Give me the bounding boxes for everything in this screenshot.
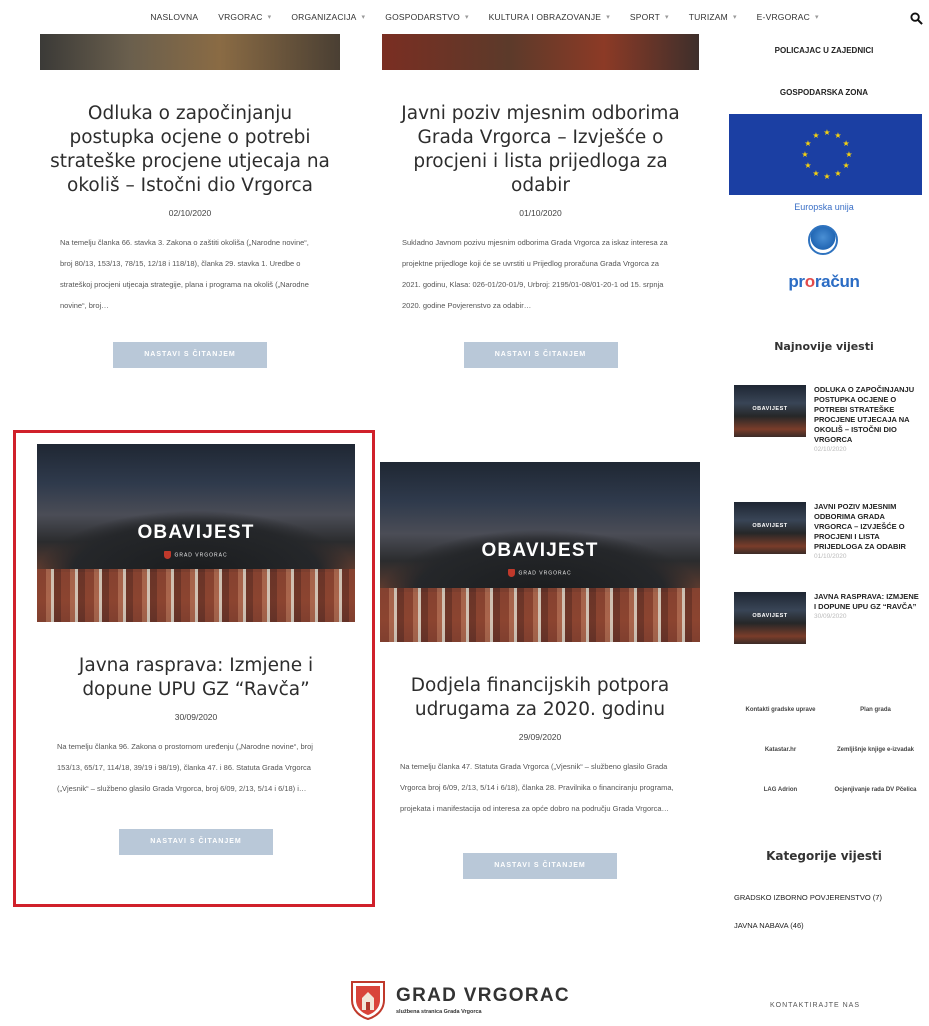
- post-title[interactable]: Odluka o započinjanju postupka ocjene o …: [40, 102, 340, 198]
- nav-menu: NASLOVNA VRGORAC ▾ ORGANIZACIJA ▾ GOSPODARSTV…: [140, 12, 828, 22]
- link-katastar[interactable]: Katastar.hr: [733, 730, 828, 770]
- recent-item[interactable]: OBAVIJEST JAVNA RASPRAVA: IZMJENE I DOPU…: [734, 592, 922, 644]
- link-kontakti[interactable]: Kontakti gradske uprave: [733, 690, 828, 730]
- recent-date: 30/09/2020: [814, 613, 847, 620]
- post-excerpt: Sukladno Javnom pozivu mjesnim odborima …: [402, 238, 668, 310]
- link-ocjenjivanje[interactable]: Ocjenjivanje rada DV Pčelica: [828, 770, 923, 810]
- image-sub: GRAD VRGORAC: [380, 569, 700, 577]
- post-date: 02/10/2020: [168, 208, 212, 218]
- recent-item[interactable]: OBAVIJEST JAVNI POZIV MJESNIM ODBORIMA G…: [734, 502, 922, 560]
- post-title[interactable]: Dodjela financijskih potpora udrugama za…: [380, 674, 700, 722]
- post-category: [380, 662, 700, 672]
- star-icon: ★: [801, 150, 808, 159]
- star-icon: ★: [845, 150, 852, 159]
- recent-thumbnail[interactable]: OBAVIJEST: [734, 385, 806, 437]
- star-icon: ★: [834, 131, 841, 140]
- star-icon: ★: [804, 139, 811, 148]
- post-thumbnail[interactable]: [40, 34, 340, 70]
- post-image[interactable]: OBAVIJEST GRAD VRGORAC: [380, 462, 700, 642]
- link-plan-grada[interactable]: Plan grada: [828, 690, 923, 730]
- eu-stars-icon: ★★★★★★★★★ ★ ★★: [801, 128, 852, 181]
- category-link[interactable]: JAVNA NABAVA (46): [734, 921, 804, 930]
- recent-title[interactable]: JAVNA RASPRAVA: IZMJENE I DOPUNE UPU GZ …: [814, 592, 922, 612]
- sidebar-link-gospodarska-zona[interactable]: GOSPODARSKA ZONA: [726, 88, 922, 97]
- post-card: OBAVIJEST GRAD VRGORAC Dodjela financijs…: [380, 462, 700, 879]
- proracun-logo[interactable]: proračun: [726, 272, 922, 292]
- chevron-down-icon: ▾: [464, 14, 469, 21]
- categories-heading: Kategorije vijesti: [766, 849, 882, 863]
- post-category: [382, 90, 699, 100]
- post-category: [40, 90, 340, 100]
- chevron-down-icon: ▾: [814, 14, 819, 21]
- star-icon: ★: [834, 169, 841, 178]
- nav-item[interactable]: TURIZAM ▾: [679, 12, 747, 22]
- recent-date: 01/10/2020: [814, 553, 847, 560]
- star-icon: ★: [804, 161, 811, 170]
- star-icon: ★: [823, 172, 830, 181]
- nav-item[interactable]: VRGORAC ▾: [208, 12, 281, 22]
- sidebar-link-policajac[interactable]: POLICAJAC U ZAJEDNICI: [726, 46, 922, 55]
- nav-item[interactable]: KULTURA I OBRAZOVANJE ▾: [479, 12, 620, 22]
- star-icon: ★: [812, 169, 819, 178]
- eu-caption[interactable]: Europska unija: [726, 202, 922, 212]
- chevron-down-icon: ▾: [267, 14, 272, 21]
- recent-title[interactable]: JAVNI POZIV MJESNIM ODBORIMA GRADA VRGOR…: [814, 502, 922, 552]
- footer-logo[interactable]: GRAD VRGORAC službena stranica Grada Vrg…: [350, 980, 570, 1020]
- post-excerpt: Na temelju članka 66. stavka 3. Zakona o…: [60, 238, 309, 310]
- nav-item[interactable]: ORGANIZACIJA ▾: [281, 12, 375, 22]
- star-icon: ★: [842, 139, 849, 148]
- crest-icon: [351, 981, 385, 1020]
- nav-item[interactable]: SPORT ▾: [620, 12, 679, 22]
- recent-item[interactable]: OBAVIJEST ODLUKA O ZAPOČINJANJU POSTUPKA…: [734, 385, 922, 453]
- post-thumbnail[interactable]: [382, 34, 699, 70]
- recent-date: 02/10/2020: [814, 446, 847, 453]
- chevron-down-icon: ▾: [606, 14, 610, 21]
- selection-highlight: [13, 430, 375, 907]
- recent-news-heading: Najnovije vijesti: [774, 340, 874, 353]
- contact-link[interactable]: KONTAKTIRAJTE NAS: [770, 1002, 860, 1009]
- recent-title[interactable]: ODLUKA O ZAPOČINJANJU POSTUPKA OCJENE O …: [814, 385, 922, 445]
- quick-links-grid: Kontakti gradske uprave Plan grada Katas…: [733, 690, 923, 810]
- crest-icon: [508, 569, 516, 577]
- eu-flag-banner[interactable]: ★ ★ ★ ★ ★ ★ ★ ★ ★ ★ ★ ★: [729, 114, 922, 195]
- recent-thumbnail[interactable]: OBAVIJEST: [734, 592, 806, 644]
- chevron-down-icon: ▾: [361, 14, 366, 21]
- site-name: GRAD VRGORAC: [396, 985, 570, 1006]
- link-zemljisne-knjige[interactable]: Zemljišnje knjige e-izvadak: [828, 730, 923, 770]
- read-more-button[interactable]: NASTAVI S ČITANJEM: [113, 342, 267, 368]
- post-card: Odluka o započinjanju postupka ocjene o …: [40, 34, 340, 368]
- nav-item[interactable]: NASLOVNA: [140, 12, 208, 22]
- post-excerpt: Na temelju članka 47. Statuta Grada Vrgo…: [400, 762, 674, 813]
- image-label: OBAVIJEST: [481, 540, 599, 561]
- recent-thumbnail[interactable]: OBAVIJEST: [734, 502, 806, 554]
- top-navigation: NASLOVNA VRGORAC ▾ ORGANIZACIJA ▾ GOSPODARSTV…: [0, 0, 929, 34]
- nav-item[interactable]: GOSPODARSTVO ▾: [375, 12, 478, 22]
- proracun-globe-icon[interactable]: [808, 225, 838, 255]
- read-more-button[interactable]: NASTAVI S ČITANJEM: [463, 342, 618, 368]
- star-icon: ★: [812, 131, 819, 140]
- star-icon: ★: [842, 161, 849, 170]
- star-icon: ★: [823, 128, 830, 137]
- site-tagline: službena stranica Grada Vrgorca: [396, 1009, 482, 1015]
- post-date: 29/09/2020: [518, 732, 562, 742]
- nav-item[interactable]: E-VRGORAC ▾: [747, 12, 829, 22]
- chevron-down-icon: ▾: [732, 14, 737, 21]
- read-more-button[interactable]: NASTAVI S ČITANJEM: [463, 853, 617, 879]
- chevron-down-icon: ▾: [665, 14, 669, 21]
- post-title[interactable]: Javni poziv mjesnim odborima Grada Vrgor…: [382, 102, 699, 198]
- post-card: Javni poziv mjesnim odborima Grada Vrgor…: [382, 34, 699, 368]
- category-link[interactable]: GRADSKO IZBORNO POVJERENSTVO (7): [734, 893, 882, 902]
- search-icon[interactable]: [910, 12, 923, 25]
- post-date: 01/10/2020: [519, 208, 562, 218]
- link-lag-adrion[interactable]: LAG Adrion: [733, 770, 828, 810]
